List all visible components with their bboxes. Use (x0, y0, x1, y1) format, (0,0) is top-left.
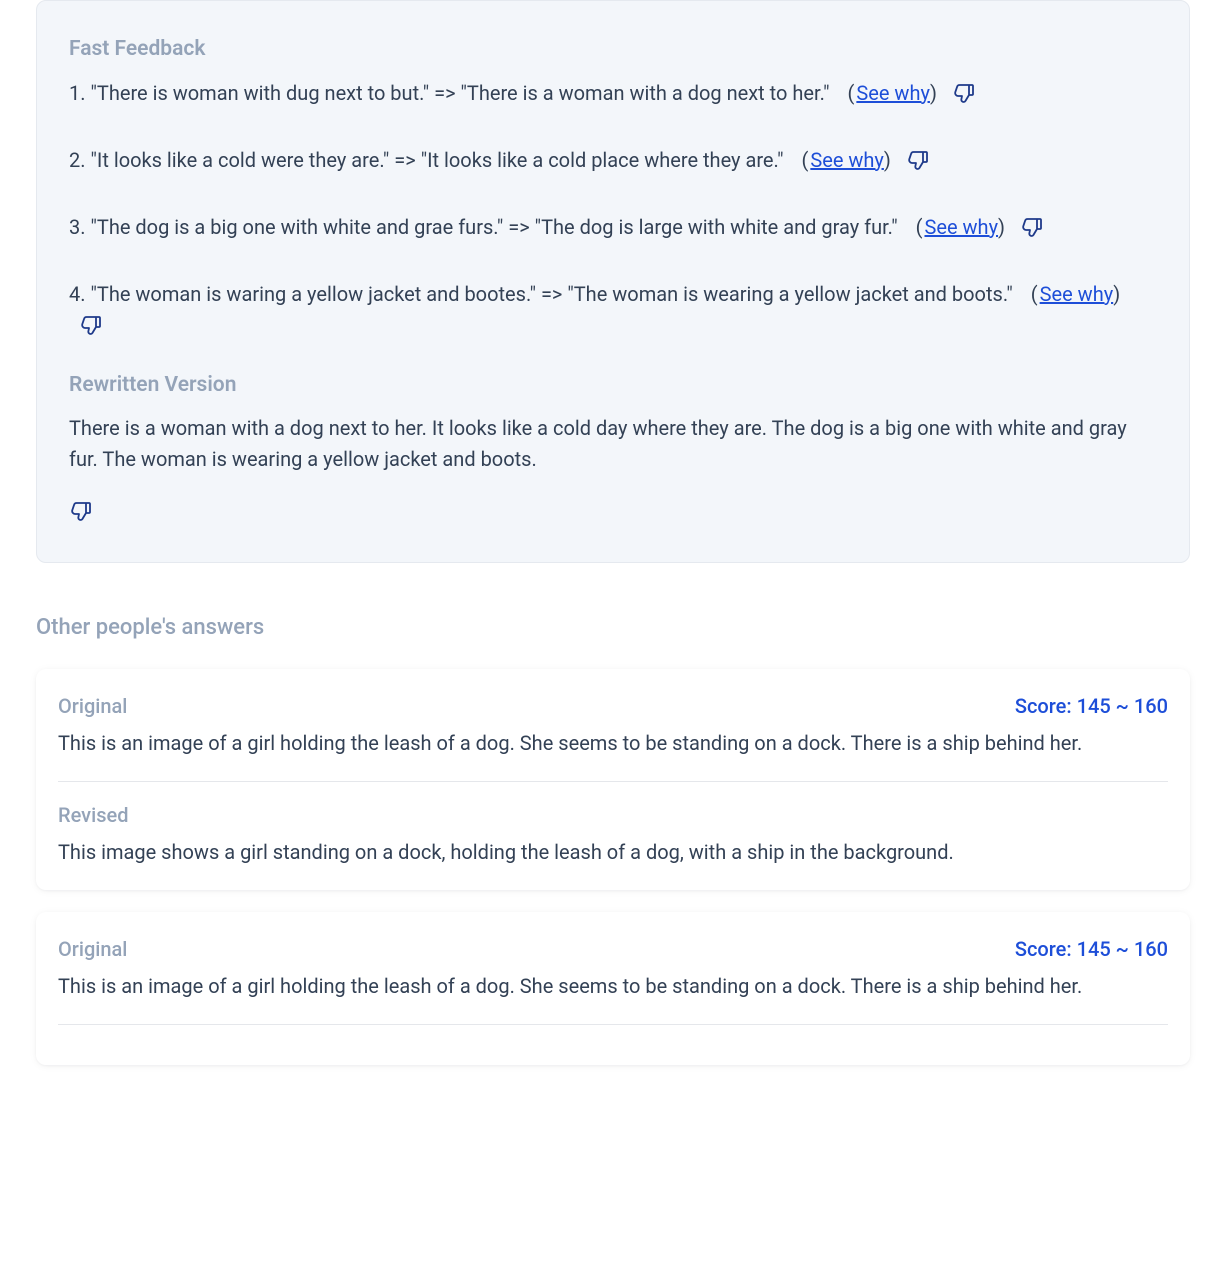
thumbs-down-icon[interactable] (906, 149, 930, 173)
other-answers-title: Other people's answers (36, 611, 1190, 645)
see-why-link[interactable]: See why (924, 215, 998, 239)
feedback-item-text: "The dog is a big one with white and gra… (90, 215, 897, 239)
feedback-item: 4. "The woman is waring a yellow jacket … (69, 279, 1157, 341)
feedback-item-number: 3. (69, 215, 86, 239)
fast-feedback-card: Fast Feedback 1. "There is woman with du… (36, 0, 1190, 563)
feedback-item-text: "The woman is waring a yellow jacket and… (90, 282, 1012, 306)
see-why-link[interactable]: See why (1040, 282, 1114, 306)
original-label: Original (58, 691, 127, 722)
revised-label: Revised (58, 800, 1168, 831)
feedback-item: 2. "It looks like a cold were they are."… (69, 145, 1157, 176)
divider (58, 1024, 1168, 1025)
divider (58, 781, 1168, 782)
answer-card: Original Score: 145 ~ 160 This is an ima… (36, 912, 1190, 1065)
original-label: Original (58, 934, 127, 965)
feedback-item: 1. "There is woman with dug next to but.… (69, 78, 1157, 109)
thumbs-down-icon[interactable] (79, 314, 103, 338)
original-text: This is an image of a girl holding the l… (58, 971, 1168, 1002)
thumbs-down-icon[interactable] (1020, 216, 1044, 240)
score-badge: Score: 145 ~ 160 (1015, 934, 1168, 965)
revised-text: This image shows a girl standing on a do… (58, 837, 1168, 868)
feedback-item: 3. "The dog is a big one with white and … (69, 212, 1157, 243)
thumbs-down-icon[interactable] (952, 82, 976, 106)
see-why-link[interactable]: See why (856, 81, 930, 105)
rewritten-title: Rewritten Version (69, 369, 1157, 402)
score-badge: Score: 145 ~ 160 (1015, 691, 1168, 722)
feedback-item-number: 1. (69, 81, 86, 105)
answer-card: Original Score: 145 ~ 160 This is an ima… (36, 669, 1190, 890)
see-why-link[interactable]: See why (810, 148, 884, 172)
feedback-item-number: 4. (69, 282, 86, 306)
feedback-item-number: 2. (69, 148, 86, 172)
feedback-item-text: "There is woman with dug next to but." =… (90, 81, 829, 105)
feedback-item-text: "It looks like a cold were they are." =>… (90, 148, 783, 172)
rewritten-text: There is a woman with a dog next to her.… (69, 413, 1157, 475)
fast-feedback-title: Fast Feedback (69, 33, 1157, 66)
thumbs-down-icon[interactable] (69, 500, 93, 524)
original-text: This is an image of a girl holding the l… (58, 728, 1168, 759)
